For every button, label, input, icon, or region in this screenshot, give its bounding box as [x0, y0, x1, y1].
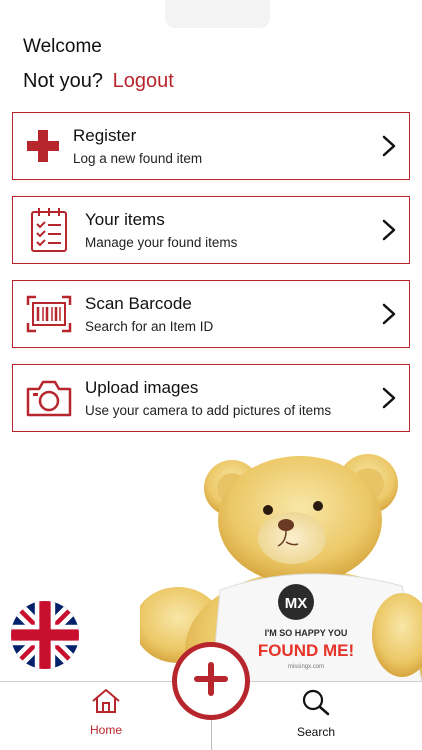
status-bar-notch	[165, 0, 270, 28]
register-card[interactable]: Register Log a new found item	[12, 112, 410, 180]
your-items-subtitle: Manage your found items	[85, 235, 238, 250]
shirt-line-2: FOUND ME!	[258, 641, 354, 660]
register-subtitle: Log a new found item	[73, 151, 203, 166]
add-item-button[interactable]	[172, 642, 250, 720]
checklist-icon	[13, 197, 85, 263]
camera-icon	[13, 365, 85, 431]
scan-barcode-subtitle: Search for an Item ID	[85, 319, 214, 334]
search-icon	[301, 688, 331, 721]
not-you-text: Not you?	[23, 70, 104, 92]
chevron-right-icon	[369, 303, 409, 325]
home-icon	[91, 688, 121, 719]
chevron-right-icon	[369, 135, 409, 157]
tab-home-label: Home	[89, 723, 122, 737]
mx-badge: MX	[285, 595, 308, 612]
plus-icon	[13, 113, 73, 179]
flag-uk-icon[interactable]	[11, 601, 79, 669]
account-row: Not you? Logout	[23, 70, 174, 93]
upload-images-subtitle: Use your camera to add pictures of items	[85, 403, 332, 418]
chevron-right-icon	[369, 219, 409, 241]
plus-icon	[193, 661, 229, 702]
upload-images-title: Upload images	[85, 378, 199, 397]
shirt-line-1: I'M SO HAPPY YOU	[265, 628, 348, 638]
logout-link[interactable]: Logout	[113, 70, 174, 92]
barcode-icon	[13, 281, 85, 347]
scan-barcode-card[interactable]: Scan Barcode Search for an Item ID	[12, 280, 410, 348]
teddy-bear-illustration: MX I'M SO HAPPY YOU FOUND ME! missingx.c…	[140, 450, 422, 682]
chevron-right-icon	[369, 387, 409, 409]
status-bar	[0, 0, 422, 30]
register-title: Register	[73, 126, 137, 145]
scan-barcode-title: Scan Barcode	[85, 294, 192, 313]
tab-home[interactable]: Home	[46, 682, 166, 750]
tab-search[interactable]: Search	[256, 682, 376, 750]
your-items-card[interactable]: Your items Manage your found items	[12, 196, 410, 264]
tab-search-label: Search	[296, 725, 336, 739]
welcome-text: Welcome	[23, 36, 102, 57]
upload-images-card[interactable]: Upload images Use your camera to add pic…	[12, 364, 410, 432]
shirt-url: missingx.com	[288, 664, 324, 670]
your-items-title: Your items	[85, 210, 165, 229]
